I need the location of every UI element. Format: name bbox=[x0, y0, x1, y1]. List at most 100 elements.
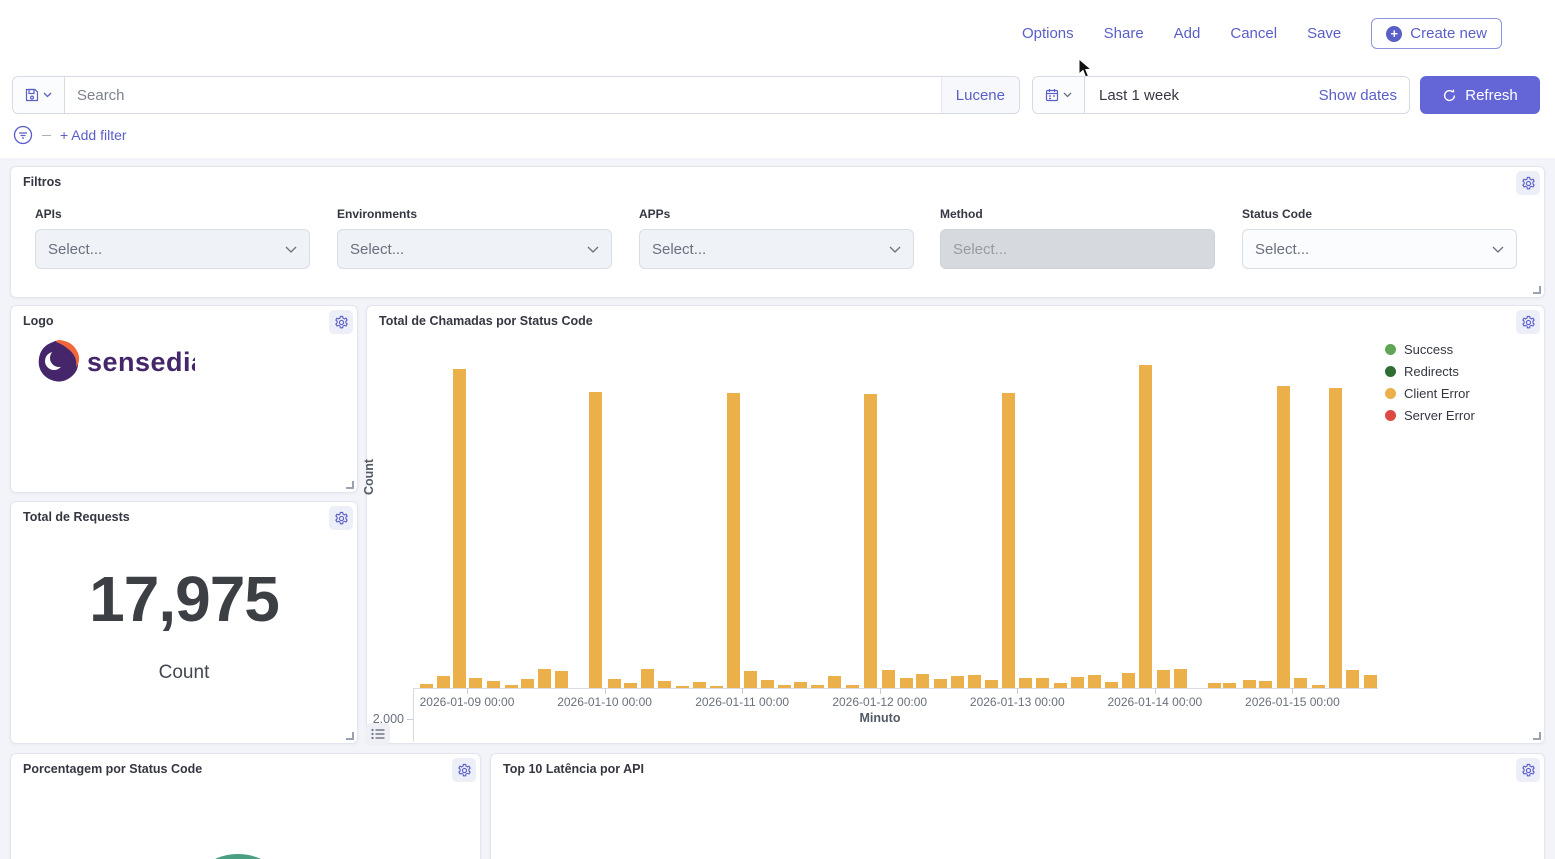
show-dates-button[interactable]: Show dates bbox=[1319, 77, 1409, 113]
x-tick-label: 2026-01-13 00:00 bbox=[952, 695, 1082, 709]
chart-bar bbox=[1243, 680, 1256, 688]
saved-query-menu-button[interactable] bbox=[13, 77, 65, 113]
filter-label: Environments bbox=[337, 207, 612, 221]
legend-label: Client Error bbox=[1404, 386, 1470, 401]
create-new-label: Create new bbox=[1410, 25, 1487, 42]
panel-resize-handle[interactable] bbox=[1533, 286, 1541, 294]
panel-gear-button[interactable] bbox=[1516, 758, 1540, 782]
chevron-down-icon bbox=[1492, 246, 1504, 253]
filter-label: APPs bbox=[639, 207, 914, 221]
gear-icon bbox=[1521, 315, 1536, 330]
environments-select[interactable]: Select... bbox=[337, 229, 612, 269]
calendar-icon bbox=[1045, 88, 1059, 102]
save-link[interactable]: Save bbox=[1307, 25, 1341, 42]
panel-gear-button[interactable] bbox=[452, 758, 476, 782]
create-new-button[interactable]: + Create new bbox=[1371, 18, 1502, 49]
panel-title: Logo bbox=[23, 314, 54, 328]
chevron-down-icon bbox=[43, 92, 52, 98]
chart-bar bbox=[1157, 670, 1170, 688]
status-code-select[interactable]: Select... bbox=[1242, 229, 1517, 269]
chart-bar bbox=[727, 393, 740, 688]
chart-bar bbox=[900, 678, 913, 688]
filter-label: Status Code bbox=[1242, 207, 1517, 221]
date-picker: Last 1 week Show dates bbox=[1032, 76, 1410, 114]
search-bar: Lucene bbox=[12, 76, 1020, 114]
filter-icon[interactable] bbox=[13, 125, 33, 145]
filter-separator bbox=[42, 135, 51, 136]
x-tick-label: 2026-01-09 00:00 bbox=[402, 695, 532, 709]
sensedia-wordmark: sensedia bbox=[87, 347, 195, 377]
legend-item-client-error[interactable]: Client Error bbox=[1385, 386, 1475, 401]
options-link[interactable]: Options bbox=[1022, 25, 1074, 42]
filter-field-apis: APIs Select... bbox=[35, 207, 310, 269]
chart-bar bbox=[968, 675, 981, 688]
filter-label: Method bbox=[940, 207, 1215, 221]
legend-label: Redirects bbox=[1404, 364, 1459, 379]
select-placeholder: Select... bbox=[1255, 241, 1309, 258]
cancel-link[interactable]: Cancel bbox=[1230, 25, 1277, 42]
panel-resize-handle[interactable] bbox=[346, 732, 354, 740]
panel-total-requests: Total de Requests 17,975 Count bbox=[10, 501, 358, 744]
panel-resize-handle[interactable] bbox=[1533, 732, 1541, 740]
x-axis-tick-labels: 2026-01-09 00:002026-01-10 00:002026-01-… bbox=[415, 695, 1378, 711]
total-requests-value: 17,975 bbox=[11, 562, 357, 636]
x-tick-mark bbox=[605, 688, 606, 694]
chart-bar bbox=[589, 392, 602, 688]
panel-logo: Logo sensedia bbox=[10, 305, 358, 493]
chart-bar bbox=[828, 676, 841, 688]
y-axis-tick bbox=[407, 719, 413, 720]
time-range-value[interactable]: Last 1 week bbox=[1085, 77, 1319, 113]
chart-bar bbox=[1364, 675, 1377, 688]
panel-title: Top 10 Latência por API bbox=[503, 762, 644, 776]
y-axis-title: Count bbox=[362, 459, 376, 495]
refresh-label: Refresh bbox=[1465, 87, 1518, 104]
chart-bar bbox=[658, 681, 671, 688]
panel-title: Filtros bbox=[23, 175, 61, 189]
chart-bar bbox=[437, 676, 450, 688]
chart-bar bbox=[1294, 678, 1307, 688]
add-filter-button[interactable]: + Add filter bbox=[60, 127, 127, 143]
save-icon bbox=[25, 88, 39, 102]
share-link[interactable]: Share bbox=[1104, 25, 1144, 42]
chart-legend: Success Redirects Client Error Server Er… bbox=[1385, 342, 1475, 423]
add-link[interactable]: Add bbox=[1174, 25, 1201, 42]
select-placeholder: Select... bbox=[953, 241, 1007, 258]
legend-toggle-button[interactable] bbox=[366, 723, 390, 744]
chart-bar bbox=[538, 669, 551, 688]
legend-label: Server Error bbox=[1404, 408, 1475, 423]
x-tick-mark bbox=[467, 688, 468, 694]
x-tick-mark bbox=[1155, 688, 1156, 694]
panel-filtros: Filtros APIs Select... Environments Sele… bbox=[10, 166, 1545, 298]
metric-wrap: 17,975 Count bbox=[11, 562, 357, 684]
calendar-menu-button[interactable] bbox=[1033, 77, 1085, 113]
sensedia-logo: sensedia bbox=[35, 338, 195, 388]
panel-resize-handle[interactable] bbox=[346, 481, 354, 489]
chart-bar bbox=[453, 369, 466, 688]
filter-bar: + Add filter bbox=[13, 125, 127, 145]
chart-bar bbox=[1002, 393, 1015, 688]
search-input[interactable] bbox=[65, 77, 941, 113]
legend-item-redirects[interactable]: Redirects bbox=[1385, 364, 1475, 379]
apps-select[interactable]: Select... bbox=[639, 229, 914, 269]
filter-field-method: Method Select... bbox=[940, 207, 1215, 269]
dashboard-page: Options Share Add Cancel Save + Create n… bbox=[0, 0, 1555, 859]
query-language-button[interactable]: Lucene bbox=[941, 77, 1019, 113]
gear-icon bbox=[334, 511, 349, 526]
chart-bar bbox=[1259, 681, 1272, 688]
legend-item-success[interactable]: Success bbox=[1385, 342, 1475, 357]
panel-gear-button[interactable] bbox=[329, 310, 353, 334]
refresh-icon bbox=[1442, 88, 1457, 103]
panel-gear-button[interactable] bbox=[1516, 310, 1540, 334]
method-select: Select... bbox=[940, 229, 1215, 269]
apis-select[interactable]: Select... bbox=[35, 229, 310, 269]
panel-gear-button[interactable] bbox=[1516, 171, 1540, 195]
legend-item-server-error[interactable]: Server Error bbox=[1385, 408, 1475, 423]
filter-label: APIs bbox=[35, 207, 310, 221]
panel-gear-button[interactable] bbox=[329, 506, 353, 530]
panel-title: Porcentagem por Status Code bbox=[23, 762, 202, 776]
chart-bar bbox=[916, 674, 929, 688]
refresh-button[interactable]: Refresh bbox=[1420, 76, 1540, 114]
legend-dot bbox=[1385, 388, 1396, 399]
bar-chart-plot bbox=[415, 338, 1378, 688]
gear-icon bbox=[1521, 763, 1536, 778]
